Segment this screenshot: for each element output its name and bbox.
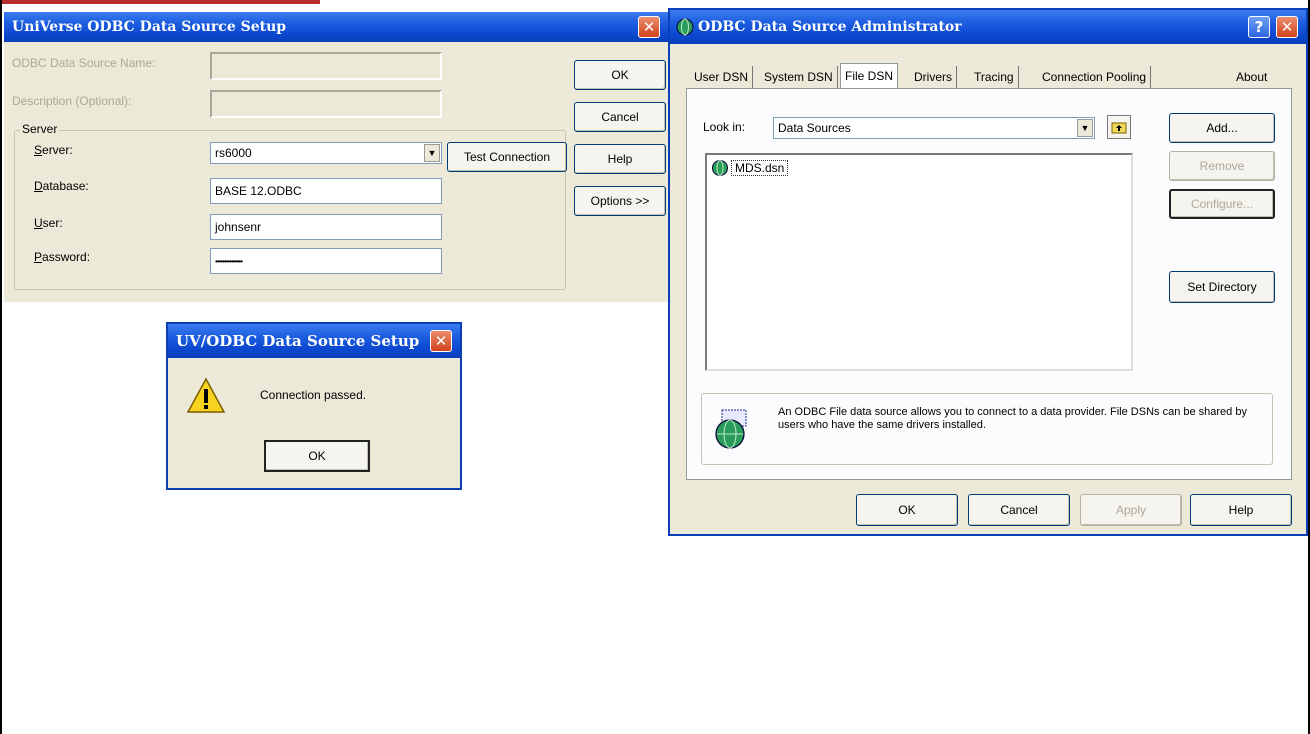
admin-title-bar[interactable]: ODBC Data Source Administrator ? ✕: [670, 10, 1306, 44]
tab-tracing[interactable]: Tracing: [970, 66, 1019, 88]
description-label: Description (Optional):: [12, 94, 132, 108]
tab-strip: User DSN System DSN File DSN Drivers Tra…: [690, 63, 1290, 88]
database-label: Database:: [34, 179, 89, 193]
help-button[interactable]: Help: [574, 144, 666, 174]
help-question-icon[interactable]: ?: [1248, 16, 1270, 38]
info-box: An ODBC File data source allows you to c…: [701, 393, 1273, 465]
password-value: •••••••••••••••: [215, 256, 243, 266]
folder-up-icon[interactable]: [1107, 115, 1131, 139]
database-value: BASE 12.ODBC: [215, 184, 302, 198]
message-box-title-bar[interactable]: UV/ODBC Data Source Setup ✕: [168, 324, 460, 358]
message-text: Connection passed.: [260, 388, 367, 402]
user-value: johnsenr: [215, 220, 262, 234]
file-list[interactable]: MDS.dsn: [705, 153, 1133, 371]
chevron-down-icon[interactable]: ▼: [1077, 119, 1093, 137]
admin-apply-button[interactable]: Apply: [1080, 494, 1182, 526]
message-box-title: UV/ODBC Data Source Setup: [176, 332, 420, 350]
odbc-globe-icon: [676, 18, 694, 36]
warning-icon: [186, 376, 226, 416]
options-button[interactable]: Options >>: [574, 186, 666, 216]
test-connection-button[interactable]: Test Connection: [447, 142, 567, 172]
server-value: rs6000: [215, 146, 252, 160]
odbc-info-icon: [715, 409, 747, 449]
universe-setup-dialog: UniVerse ODBC Data Source Setup ✕ ODBC D…: [4, 12, 676, 302]
odbc-admin-dialog: ODBC Data Source Administrator ? ✕ User …: [668, 8, 1308, 536]
tab-connection-pooling[interactable]: Connection Pooling: [1038, 66, 1152, 88]
tab-file-dsn[interactable]: File DSN: [840, 63, 899, 88]
admin-help-button[interactable]: Help: [1190, 494, 1292, 526]
description-field[interactable]: [210, 90, 442, 118]
close-icon[interactable]: ✕: [430, 330, 452, 352]
message-ok-button[interactable]: OK: [264, 440, 370, 472]
add-button[interactable]: Add...: [1169, 113, 1275, 143]
configure-button[interactable]: Configure...: [1169, 189, 1275, 219]
user-field[interactable]: johnsenr: [210, 214, 442, 240]
admin-cancel-button[interactable]: Cancel: [968, 494, 1070, 526]
tab-about[interactable]: About: [1232, 66, 1271, 88]
dsn-name-label: ODBC Data Source Name:: [12, 56, 156, 70]
info-text: An ODBC File data source allows you to c…: [778, 406, 1247, 431]
password-label: Password:: [34, 250, 91, 264]
chevron-down-icon[interactable]: ▼: [424, 144, 440, 162]
message-box: UV/ODBC Data Source Setup ✕ Connection p…: [166, 322, 462, 490]
admin-title: ODBC Data Source Administrator: [698, 19, 962, 35]
server-label: Server:: [34, 143, 73, 157]
tab-system-dsn[interactable]: System DSN: [760, 66, 838, 88]
dsn-name-field[interactable]: [210, 52, 442, 80]
look-in-combo[interactable]: Data Sources: [773, 117, 1095, 139]
file-dsn-icon: [712, 160, 728, 176]
password-field[interactable]: •••••••••••••••: [210, 248, 442, 274]
look-in-value: Data Sources: [778, 121, 851, 135]
set-directory-button[interactable]: Set Directory: [1169, 271, 1275, 303]
close-icon[interactable]: ✕: [1276, 16, 1298, 38]
universe-title: UniVerse ODBC Data Source Setup: [12, 19, 287, 35]
admin-ok-button[interactable]: OK: [856, 494, 958, 526]
universe-title-bar[interactable]: UniVerse ODBC Data Source Setup ✕: [4, 12, 676, 42]
database-field[interactable]: BASE 12.ODBC: [210, 178, 442, 204]
look-in-label: Look in:: [703, 120, 746, 134]
server-combo[interactable]: rs6000: [210, 142, 442, 164]
file-name: MDS.dsn: [731, 160, 789, 176]
close-icon[interactable]: ✕: [638, 16, 660, 38]
server-group-label: Server: [20, 122, 60, 136]
tab-user-dsn[interactable]: User DSN: [690, 66, 754, 88]
remove-button[interactable]: Remove: [1169, 151, 1275, 181]
ok-button[interactable]: OK: [574, 60, 666, 90]
tab-drivers[interactable]: Drivers: [910, 66, 957, 88]
cancel-button[interactable]: Cancel: [574, 102, 666, 132]
list-item[interactable]: MDS.dsn: [711, 159, 789, 177]
background-strip: [0, 0, 320, 4]
file-dsn-panel: Look in: Data Sources ▼ MDS.dsn Add... R…: [686, 88, 1292, 480]
user-label: User:: [34, 216, 63, 230]
